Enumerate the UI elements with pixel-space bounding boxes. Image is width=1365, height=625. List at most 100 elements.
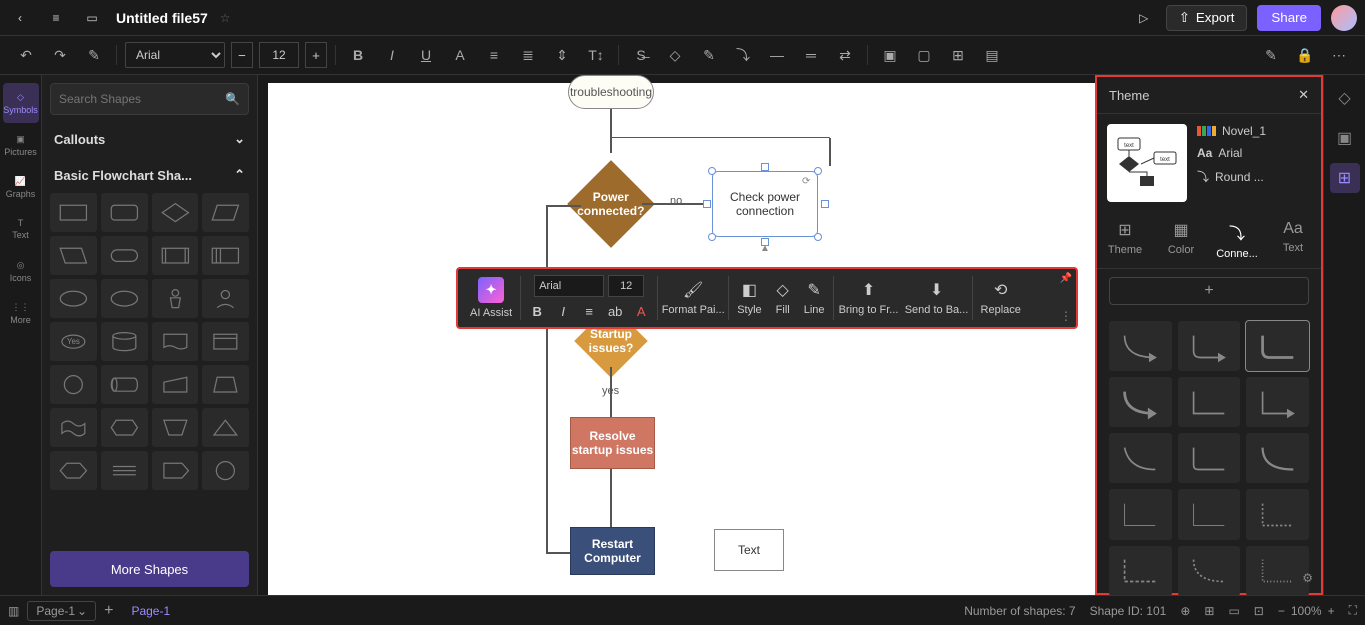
- font-size-decrease[interactable]: −: [231, 42, 253, 68]
- zoom-level[interactable]: 100%: [1291, 604, 1322, 618]
- arrow-style-button[interactable]: ⇄: [831, 41, 859, 69]
- font-size-input[interactable]: [259, 42, 299, 68]
- edit-button[interactable]: ✎: [1257, 41, 1285, 69]
- page-selector[interactable]: Page-1⌄: [27, 601, 96, 621]
- float-align[interactable]: ≡: [579, 301, 599, 321]
- shape-trapezoid2[interactable]: [152, 408, 199, 447]
- shape-cylinder[interactable]: [101, 322, 148, 361]
- connector[interactable]: [546, 552, 570, 554]
- shape-card[interactable]: [202, 322, 249, 361]
- user-avatar[interactable]: [1331, 5, 1357, 31]
- shape-user[interactable]: [202, 279, 249, 318]
- shape-document[interactable]: [152, 322, 199, 361]
- font-family-select[interactable]: Arial: [125, 42, 225, 68]
- snap-icon[interactable]: ⊡: [1254, 604, 1264, 618]
- rotate-handle[interactable]: ⟳: [802, 176, 810, 187]
- float-replace[interactable]: ⟲Replace: [975, 273, 1027, 323]
- shape-parallelogram[interactable]: [202, 193, 249, 232]
- fill-color-button[interactable]: ◇: [661, 41, 689, 69]
- conn-style-6[interactable]: [1246, 377, 1309, 427]
- callouts-section-header[interactable]: Callouts⌄: [50, 125, 249, 153]
- connector[interactable]: [610, 109, 612, 153]
- close-icon[interactable]: ✕: [1298, 87, 1309, 103]
- float-color[interactable]: A: [631, 301, 651, 321]
- shape-terminator[interactable]: [101, 236, 148, 275]
- add-page-button[interactable]: +: [104, 602, 113, 620]
- float-line[interactable]: ✎Line: [798, 273, 831, 323]
- float-fill[interactable]: ◇Fill: [770, 273, 796, 323]
- text-direction-button[interactable]: T↕: [582, 41, 610, 69]
- conn-style-15[interactable]: [1246, 546, 1309, 596]
- share-button[interactable]: Share: [1257, 5, 1321, 31]
- font-color-button[interactable]: A: [446, 41, 474, 69]
- shape-manual-input[interactable]: [152, 365, 199, 404]
- shape-rectangle[interactable]: [50, 193, 97, 232]
- conn-style-9[interactable]: [1246, 433, 1309, 483]
- float-bold[interactable]: B: [527, 301, 547, 321]
- target-icon[interactable]: ⊕: [1180, 604, 1190, 618]
- strikethrough-button[interactable]: S̶: [627, 41, 655, 69]
- tab-connector[interactable]: ⤵Conne...: [1209, 212, 1265, 268]
- align-button[interactable]: ≣: [514, 41, 542, 69]
- float-send-back[interactable]: ⬇Send to Ba...: [904, 273, 970, 323]
- float-italic[interactable]: I: [553, 301, 573, 321]
- line-color-button[interactable]: ✎: [695, 41, 723, 69]
- page-tab-1[interactable]: Page-1: [121, 602, 180, 620]
- connector[interactable]: [829, 138, 831, 166]
- shape-restart[interactable]: Restart Computer: [570, 527, 655, 575]
- menu-button[interactable]: ≡: [44, 6, 68, 30]
- shape-drum[interactable]: [101, 365, 148, 404]
- ai-assist-button[interactable]: ✦ AI Assist: [464, 273, 518, 323]
- connector-route[interactable]: [610, 137, 830, 139]
- back-button[interactable]: ‹: [8, 6, 32, 30]
- align-center-button[interactable]: ≡: [480, 41, 508, 69]
- shape-pentagon[interactable]: [152, 451, 199, 490]
- conn-style-2[interactable]: [1178, 321, 1241, 371]
- graphs-rail-item[interactable]: 📈Graphs: [3, 167, 39, 207]
- font-size-increase[interactable]: +: [305, 42, 327, 68]
- connector-vertical[interactable]: [546, 205, 548, 553]
- conn-style-10[interactable]: [1109, 489, 1172, 539]
- bold-button[interactable]: B: [344, 41, 372, 69]
- float-format-painter[interactable]: 🖌Format Pai...: [660, 273, 726, 323]
- tab-text[interactable]: AaText: [1265, 212, 1321, 268]
- ruler-icon[interactable]: ▭: [1228, 604, 1239, 618]
- shape-hexagon2[interactable]: [50, 451, 97, 490]
- shape-double-rect[interactable]: [152, 236, 199, 275]
- pages-icon[interactable]: ▥: [8, 604, 19, 618]
- symbols-rail-item[interactable]: ◇Symbols: [3, 83, 39, 123]
- file-title[interactable]: Untitled file57: [116, 10, 208, 26]
- conn-style-11[interactable]: [1178, 489, 1241, 539]
- line-style-button[interactable]: —: [763, 41, 791, 69]
- shape-triangle[interactable]: [202, 408, 249, 447]
- conn-style-5[interactable]: [1178, 377, 1241, 427]
- play-button[interactable]: ▷: [1132, 6, 1156, 30]
- image-button[interactable]: ▤: [978, 41, 1006, 69]
- shape-circle2[interactable]: [50, 365, 97, 404]
- conn-style-13[interactable]: [1109, 546, 1172, 596]
- pictures-rail-item[interactable]: ▣Pictures: [3, 125, 39, 165]
- shape-resolve[interactable]: Resolve startup issues: [570, 417, 655, 469]
- container1-button[interactable]: ▣: [876, 41, 904, 69]
- search-shapes-box[interactable]: 🔍: [50, 83, 249, 115]
- basic-flowchart-section-header[interactable]: Basic Flowchart Sha...⌃: [50, 161, 249, 189]
- lock-button[interactable]: 🔒: [1291, 41, 1319, 69]
- shape-wave[interactable]: [50, 408, 97, 447]
- shape-circle3[interactable]: [202, 451, 249, 490]
- fullscreen-button[interactable]: ⛶: [1349, 603, 1357, 618]
- panel-settings-icon[interactable]: ⚙: [1302, 571, 1313, 585]
- text-rail-item[interactable]: TText: [3, 209, 39, 249]
- conn-style-3[interactable]: [1246, 321, 1309, 371]
- float-size-select[interactable]: [608, 275, 644, 297]
- shape-trapezoid[interactable]: [202, 365, 249, 404]
- shape-lines[interactable]: [101, 451, 148, 490]
- float-font-select[interactable]: [534, 275, 604, 297]
- layers-rail-button[interactable]: ▣: [1330, 123, 1360, 153]
- connector-style-button[interactable]: ⤵: [729, 41, 757, 69]
- conn-style-14[interactable]: [1178, 546, 1241, 596]
- grid-toggle-icon[interactable]: ⊞: [1204, 604, 1214, 618]
- redo-button[interactable]: ↷: [46, 41, 74, 69]
- add-connector-style-button[interactable]: +: [1109, 277, 1309, 305]
- line-weight-button[interactable]: ═: [797, 41, 825, 69]
- underline-button[interactable]: U: [412, 41, 440, 69]
